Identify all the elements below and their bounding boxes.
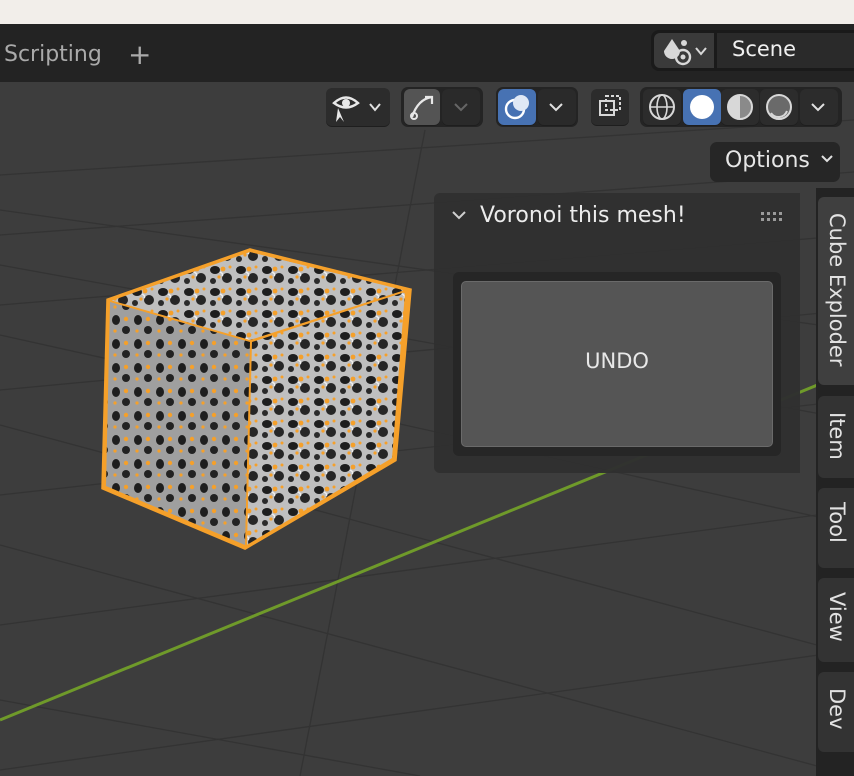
solid-shading-button[interactable] (683, 89, 721, 125)
material-preview-button[interactable] (721, 89, 759, 125)
undo-button-label: UNDO (585, 349, 649, 373)
scene-icon (664, 39, 707, 66)
panel-collapse-icon[interactable] (450, 206, 468, 229)
drag-grip-icon[interactable] (760, 209, 786, 228)
panel-title[interactable]: Voronoi this mesh! (480, 203, 686, 228)
wireframe-shading-icon (649, 94, 675, 120)
sidebar-tab-view[interactable]: View (818, 578, 854, 662)
chevron-down-icon (454, 103, 468, 112)
chevron-down-icon (811, 103, 825, 112)
overlay-icon (504, 95, 529, 120)
sidebar-tab-tool[interactable]: Tool (818, 488, 854, 568)
scene-name: Scene (732, 37, 797, 61)
rendered-shading-button[interactable] (760, 89, 798, 125)
overlay-menu-button[interactable] (538, 89, 576, 125)
shading-menu-button[interactable] (800, 89, 838, 125)
scene-browse-button[interactable] (654, 33, 714, 68)
xray-toggle-button[interactable] (591, 89, 629, 125)
xray-icon (599, 95, 621, 116)
window-titlebar (0, 0, 854, 24)
options-label: Options (725, 148, 810, 173)
material-preview-icon (727, 94, 753, 120)
sidebar-tab-dev[interactable]: Dev (818, 672, 854, 752)
gizmo-icon (410, 95, 434, 120)
add-workspace-button[interactable]: + (128, 38, 151, 71)
solid-shading-icon (690, 95, 714, 119)
wireframe-shading-button[interactable] (643, 89, 681, 125)
sidebar-tab-item[interactable]: Item (818, 396, 854, 478)
chevron-down-icon (549, 103, 563, 112)
sidebar-tab-cube-exploder[interactable]: Cube Exploder (818, 197, 854, 385)
visibility-menu-button[interactable] (326, 88, 390, 126)
chevron-down-icon (820, 152, 834, 170)
overlay-toggle-button[interactable] (498, 89, 536, 125)
workspace-tab-scripting[interactable]: Scripting (4, 42, 102, 67)
visibility-icon (332, 96, 381, 122)
gizmo-toggle-button[interactable] (404, 89, 440, 125)
gizmo-menu-button[interactable] (442, 89, 480, 125)
rendered-shading-icon (766, 94, 792, 120)
